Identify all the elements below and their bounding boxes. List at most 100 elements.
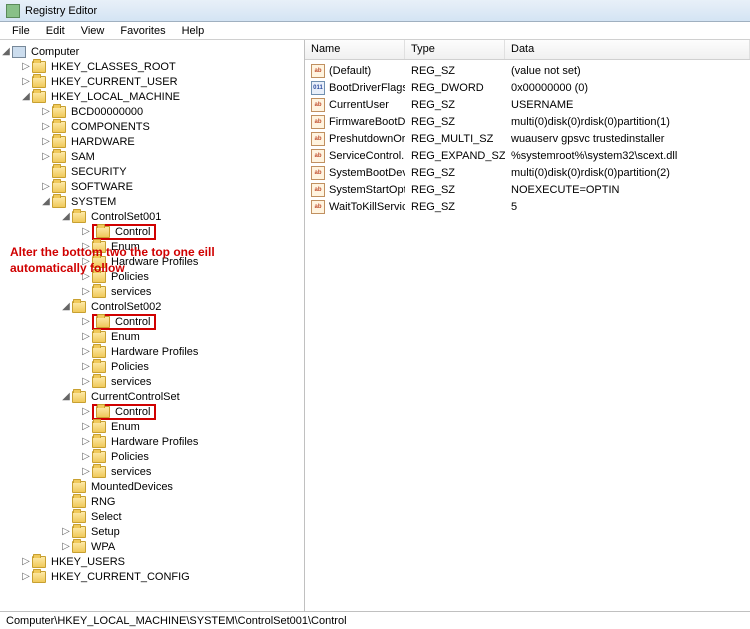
list-row[interactable]: abPreshutdownOr...REG_MULTI_SZwuauserv g… <box>305 130 750 147</box>
window-titlebar: Registry Editor <box>0 0 750 22</box>
menu-edit[interactable]: Edit <box>38 25 73 37</box>
expand-icon[interactable]: ▷ <box>40 121 52 132</box>
expand-icon[interactable]: ▷ <box>40 136 52 147</box>
tree-cs002-hwp[interactable]: ▷Hardware Profiles <box>0 344 304 359</box>
tree-ccs[interactable]: ◢CurrentControlSet <box>0 389 304 404</box>
value-name: CurrentUser <box>329 99 389 111</box>
expand-icon[interactable]: ▷ <box>80 331 92 342</box>
tree-cs002-pol[interactable]: ▷Policies <box>0 359 304 374</box>
folder-icon <box>72 211 86 223</box>
value-data: %systemroot%\system32\scext.dll <box>505 150 750 162</box>
tree-hku[interactable]: ▷HKEY_USERS <box>0 554 304 569</box>
tree-cs002-control[interactable]: ▷Control <box>0 314 304 329</box>
tree-cs001-svc[interactable]: ▷services <box>0 284 304 299</box>
tree-cs001[interactable]: ◢ControlSet001 <box>0 209 304 224</box>
expand-icon[interactable]: ▷ <box>80 406 92 417</box>
tree-wpa[interactable]: ▷WPA <box>0 539 304 554</box>
expand-icon[interactable]: ▷ <box>20 61 32 72</box>
expand-icon[interactable]: ▷ <box>80 466 92 477</box>
tree-hklm[interactable]: ◢HKEY_LOCAL_MACHINE <box>0 89 304 104</box>
folder-icon <box>52 121 66 133</box>
value-name: FirmwareBootD... <box>329 116 405 128</box>
highlight-box: Control <box>92 314 156 330</box>
expand-icon[interactable]: ◢ <box>40 196 52 207</box>
expand-icon[interactable]: ▷ <box>80 436 92 447</box>
expand-icon[interactable]: ◢ <box>20 91 32 102</box>
tree-security[interactable]: ▷SECURITY <box>0 164 304 179</box>
expand-icon[interactable]: ▷ <box>80 451 92 462</box>
menu-favorites[interactable]: Favorites <box>112 25 173 37</box>
expand-icon[interactable]: ▷ <box>80 316 92 327</box>
list-row[interactable]: abSystemStartOpti...REG_SZ NOEXECUTE=OPT… <box>305 181 750 198</box>
expand-icon[interactable]: ▷ <box>40 106 52 117</box>
tree-components[interactable]: ▷COMPONENTS <box>0 119 304 134</box>
tree-hkcc[interactable]: ▷HKEY_CURRENT_CONFIG <box>0 569 304 584</box>
menu-help[interactable]: Help <box>174 25 213 37</box>
tree-select[interactable]: ▷Select <box>0 509 304 524</box>
expand-icon[interactable]: ◢ <box>60 391 72 402</box>
value-data: 0x00000000 (0) <box>505 82 750 94</box>
menu-view[interactable]: View <box>73 25 113 37</box>
menu-file[interactable]: File <box>4 25 38 37</box>
tree-cs002-enum[interactable]: ▷Enum <box>0 329 304 344</box>
value-type: REG_SZ <box>405 116 505 128</box>
list-row[interactable]: abCurrentUserREG_SZUSERNAME <box>305 96 750 113</box>
tree-ccs-enum[interactable]: ▷Enum <box>0 419 304 434</box>
expand-icon[interactable]: ▷ <box>80 361 92 372</box>
highlight-box: Control <box>92 404 156 420</box>
expand-icon[interactable]: ▷ <box>80 346 92 357</box>
tree-pane: ◢Computer ▷HKEY_CLASSES_ROOT ▷HKEY_CURRE… <box>0 40 305 611</box>
tree-ccs-svc[interactable]: ▷services <box>0 464 304 479</box>
tree-hkcr[interactable]: ▷HKEY_CLASSES_ROOT <box>0 59 304 74</box>
tree-rng[interactable]: ▷RNG <box>0 494 304 509</box>
expand-icon[interactable]: ◢ <box>60 301 72 312</box>
expand-icon[interactable]: ▷ <box>20 76 32 87</box>
expand-icon[interactable]: ▷ <box>60 541 72 552</box>
expand-icon[interactable]: ▷ <box>40 181 52 192</box>
folder-icon <box>52 136 66 148</box>
tree-cs002-svc[interactable]: ▷services <box>0 374 304 389</box>
tree-cs001-control[interactable]: ▷Control <box>0 224 304 239</box>
expand-icon[interactable]: ▷ <box>80 421 92 432</box>
list-row[interactable]: abFirmwareBootD...REG_SZmulti(0)disk(0)r… <box>305 113 750 130</box>
tree-root-computer[interactable]: ◢Computer <box>0 44 304 59</box>
tree-software[interactable]: ▷SOFTWARE <box>0 179 304 194</box>
list-row[interactable]: abSystemBootDevi...REG_SZmulti(0)disk(0)… <box>305 164 750 181</box>
expand-icon[interactable]: ▷ <box>60 526 72 537</box>
list-header-data[interactable]: Data <box>505 40 750 59</box>
folder-icon <box>72 526 86 538</box>
value-data: multi(0)disk(0)rdisk(0)partition(1) <box>505 116 750 128</box>
tree-system[interactable]: ◢SYSTEM <box>0 194 304 209</box>
tree-mounteddevices[interactable]: ▷MountedDevices <box>0 479 304 494</box>
list-row[interactable]: 011BootDriverFlagsREG_DWORD0x00000000 (0… <box>305 79 750 96</box>
tree-setup[interactable]: ▷Setup <box>0 524 304 539</box>
expand-icon[interactable]: ▷ <box>20 571 32 582</box>
expand-icon[interactable]: ▷ <box>80 226 92 237</box>
expand-icon[interactable]: ▷ <box>80 376 92 387</box>
list-row[interactable]: abWaitToKillServic...REG_SZ5 <box>305 198 750 215</box>
expand-icon[interactable]: ◢ <box>60 211 72 222</box>
value-type: REG_DWORD <box>405 82 505 94</box>
folder-icon <box>92 436 106 448</box>
expand-icon[interactable]: ▷ <box>40 151 52 162</box>
folder-icon <box>52 151 66 163</box>
folder-icon <box>96 316 110 328</box>
string-value-icon: ab <box>311 200 325 214</box>
list-row[interactable]: ab(Default)REG_SZ(value not set) <box>305 62 750 79</box>
expand-icon[interactable]: ◢ <box>0 46 12 57</box>
list-row[interactable]: abServiceControl...REG_EXPAND_SZ%systemr… <box>305 147 750 164</box>
tree-ccs-control[interactable]: ▷Control <box>0 404 304 419</box>
expand-icon[interactable]: ▷ <box>20 556 32 567</box>
tree-bcd[interactable]: ▷BCD00000000 <box>0 104 304 119</box>
folder-icon <box>92 451 106 463</box>
tree-sam[interactable]: ▷SAM <box>0 149 304 164</box>
list-header-type[interactable]: Type <box>405 40 505 59</box>
tree-ccs-pol[interactable]: ▷Policies <box>0 449 304 464</box>
tree-hardware[interactable]: ▷HARDWARE <box>0 134 304 149</box>
tree-ccs-hwp[interactable]: ▷Hardware Profiles <box>0 434 304 449</box>
list-header-name[interactable]: Name <box>305 40 405 59</box>
expand-icon[interactable]: ▷ <box>80 286 92 297</box>
tree-hkcu[interactable]: ▷HKEY_CURRENT_USER <box>0 74 304 89</box>
app-icon <box>6 4 20 18</box>
tree-cs002[interactable]: ◢ControlSet002 <box>0 299 304 314</box>
